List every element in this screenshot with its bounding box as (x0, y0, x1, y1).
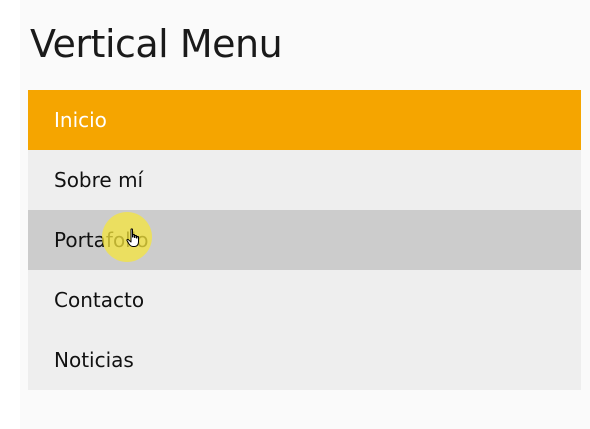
menu-item-noticias[interactable]: Noticias (28, 330, 581, 390)
menu-item-sobre-mi[interactable]: Sobre mí (28, 150, 581, 210)
menu-item-portafolio[interactable]: Portafolio (28, 210, 581, 270)
page-title: Vertical Menu (30, 22, 283, 66)
menu-item-inicio[interactable]: Inicio (28, 90, 581, 150)
vertical-menu: Inicio Sobre mí Portafolio Contacto Noti… (28, 90, 581, 390)
menu-item-contacto[interactable]: Contacto (28, 270, 581, 330)
